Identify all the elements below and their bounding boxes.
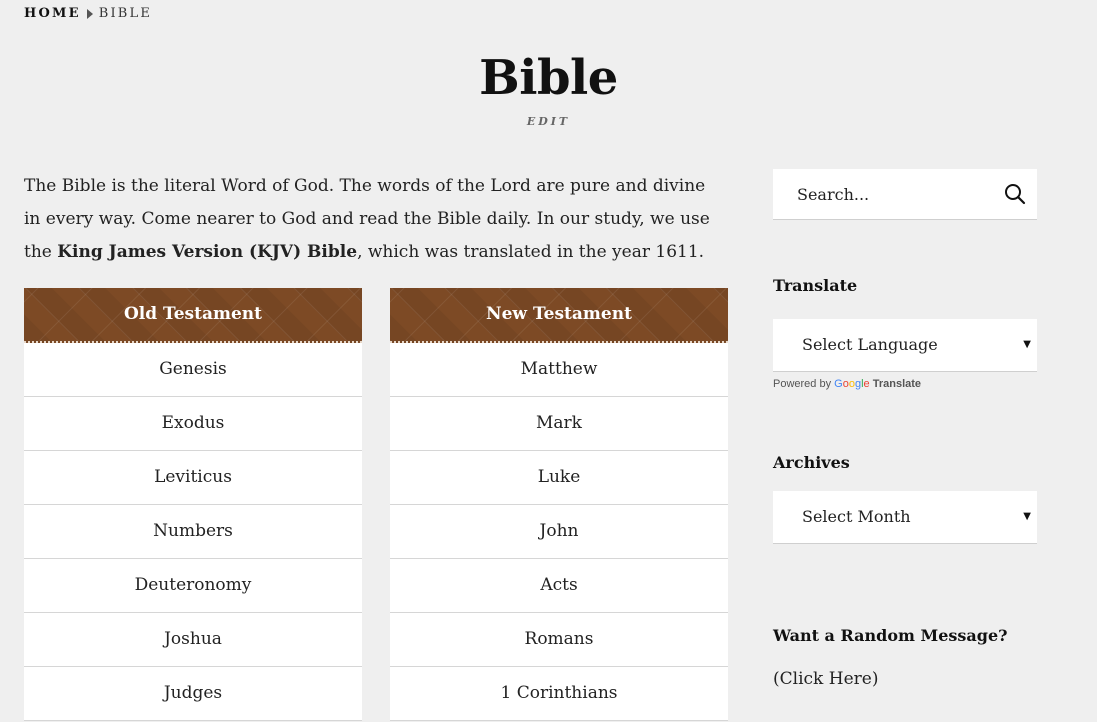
book-link[interactable]: Exodus [24, 397, 362, 451]
edit-link[interactable]: EDIT [0, 115, 1097, 128]
book-link[interactable]: Acts [390, 559, 728, 613]
book-link[interactable]: Luke [390, 451, 728, 505]
intro-text-part2: , which was translated in the year 1611. [357, 242, 705, 262]
translate-widget-title: Translate [773, 276, 858, 295]
intro-paragraph: The Bible is the literal Word of God. Th… [24, 170, 724, 269]
old-testament-books: Genesis Exodus Leviticus Numbers Deutero… [24, 343, 362, 721]
search-icon[interactable] [1003, 182, 1027, 206]
book-link[interactable]: Matthew [390, 343, 728, 397]
dropdown-arrow-icon: ▼ [1023, 511, 1031, 522]
archives-month-select[interactable]: Select Month ▼ [773, 491, 1037, 544]
book-link[interactable]: Leviticus [24, 451, 362, 505]
book-link[interactable]: Romans [390, 613, 728, 667]
breadcrumb: Home Bible [24, 6, 152, 21]
book-link[interactable]: Numbers [24, 505, 362, 559]
book-link[interactable]: Mark [390, 397, 728, 451]
intro-text-bold: King James Version (KJV) Bible [57, 242, 358, 262]
search-widget [773, 169, 1037, 220]
google-logo[interactable]: Google [834, 378, 870, 390]
book-link[interactable]: 1 Corinthians [390, 667, 728, 721]
new-testament-header: New Testament [390, 288, 728, 343]
language-select-value: Select Language [802, 335, 938, 354]
breadcrumb-current: Bible [98, 6, 153, 21]
old-testament-header: Old Testament [24, 288, 362, 343]
month-select-value: Select Month [802, 507, 911, 526]
random-message-link[interactable]: (Click Here) [773, 669, 878, 689]
sidebar: Translate Select Language ▼ Powered by G… [773, 169, 1037, 689]
breadcrumb-home-link[interactable]: Home [24, 6, 81, 21]
book-link[interactable]: Genesis [24, 343, 362, 397]
book-link[interactable]: Judges [24, 667, 362, 721]
new-testament-books: Matthew Mark Luke John Acts Romans 1 Cor… [390, 343, 728, 721]
dropdown-arrow-icon: ▼ [1023, 339, 1031, 350]
search-input[interactable] [797, 169, 997, 219]
book-link[interactable]: Joshua [24, 613, 362, 667]
book-link[interactable]: John [390, 505, 728, 559]
google-translate-link[interactable]: Translate [873, 378, 921, 390]
random-message-title: Want a Random Message? [773, 626, 1008, 645]
breadcrumb-separator-icon [86, 8, 93, 19]
powered-by-google: Powered by Google Translate [773, 378, 921, 390]
language-select[interactable]: Select Language ▼ [773, 319, 1037, 372]
new-testament-list: New Testament Matthew Mark Luke John Act… [390, 288, 728, 721]
archives-widget-title: Archives [773, 453, 850, 472]
page-title: Bible [479, 50, 618, 106]
old-testament-list: Old Testament Genesis Exodus Leviticus N… [24, 288, 362, 721]
book-link[interactable]: Deuteronomy [24, 559, 362, 613]
powered-by-label: Powered by [773, 378, 832, 390]
